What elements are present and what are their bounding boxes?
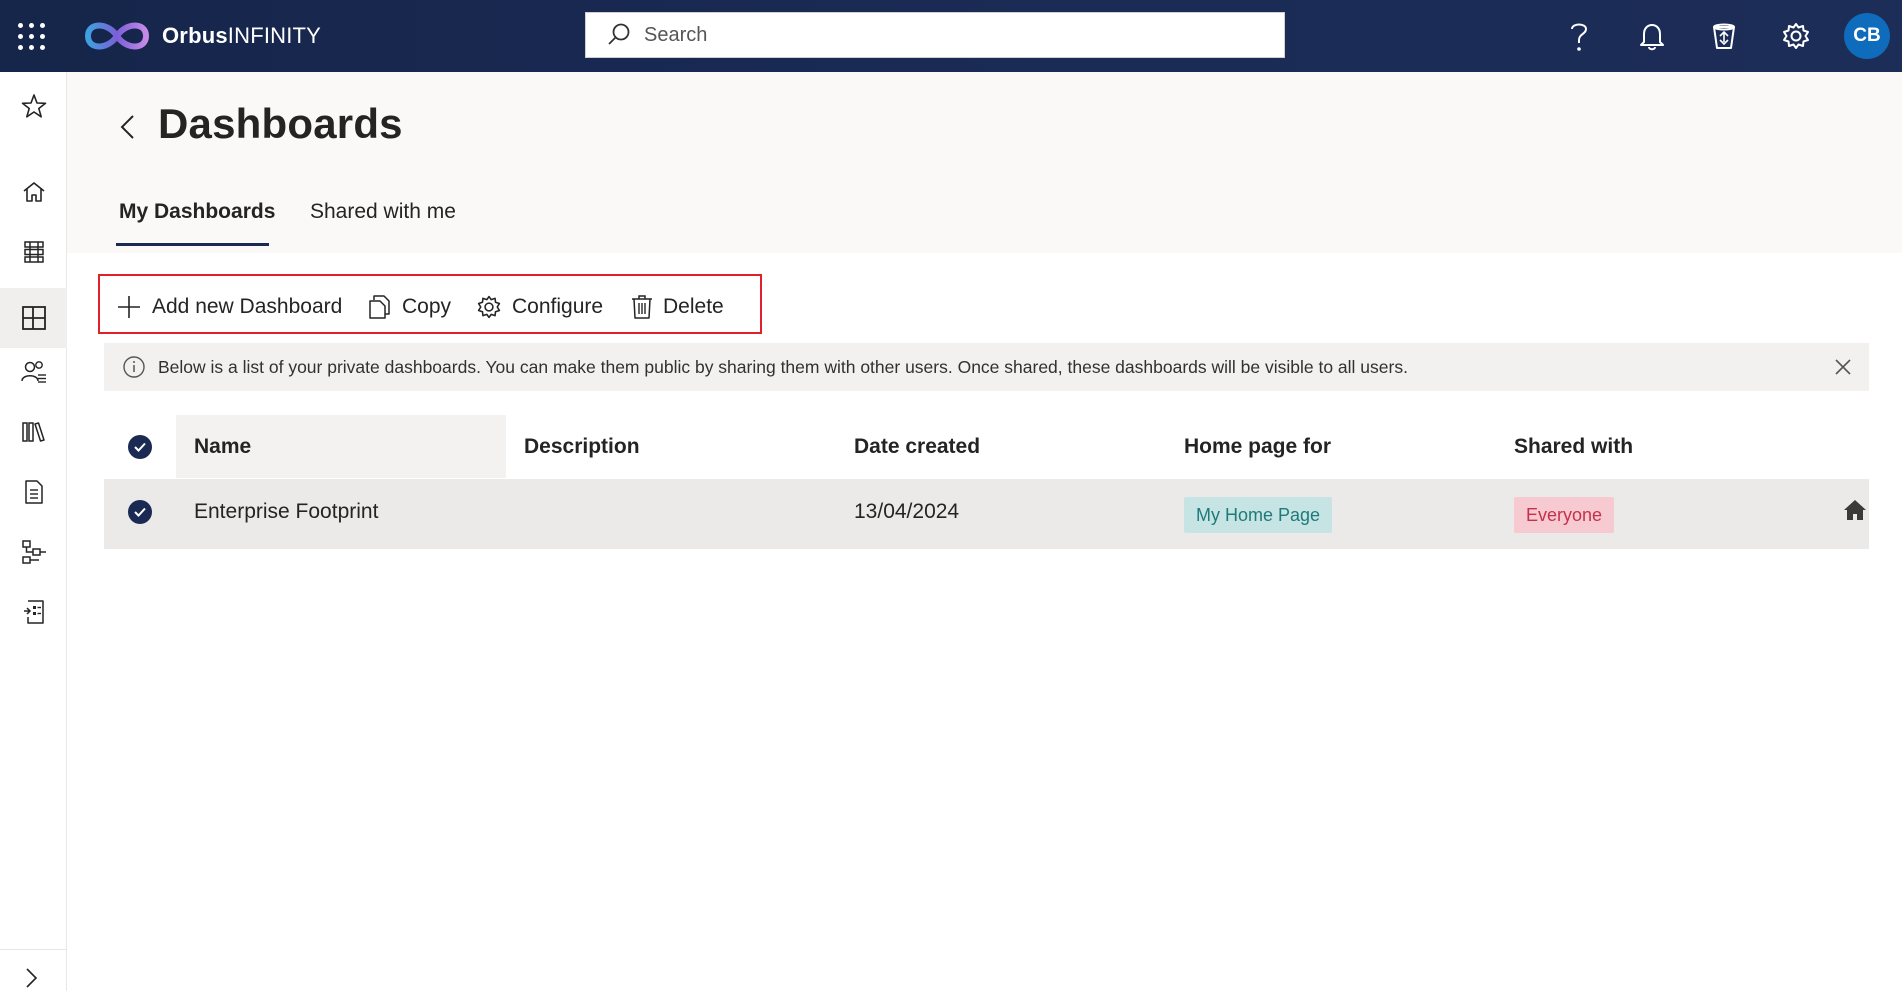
tab-my-dashboards[interactable]: My Dashboards	[119, 200, 275, 224]
settings-gear-icon[interactable]	[1778, 18, 1814, 54]
home-icon[interactable]	[0, 168, 67, 216]
search-input[interactable]	[642, 22, 1246, 48]
column-header-home-page-for[interactable]: Home page for	[1184, 435, 1331, 459]
home-page-tag: My Home Page	[1184, 497, 1333, 533]
configure-label: Configure	[512, 295, 604, 318]
row-checkbox[interactable]	[128, 500, 152, 524]
report-icon[interactable]	[0, 588, 67, 636]
close-icon[interactable]	[1833, 357, 1853, 377]
favorites-star-icon[interactable]	[0, 82, 67, 130]
info-icon	[123, 356, 145, 378]
hierarchy-icon[interactable]	[0, 528, 67, 576]
page-title: Dashboards	[158, 100, 403, 147]
column-header-description[interactable]: Description	[524, 435, 640, 459]
orbus-logo[interactable]: OrbusINFINITY	[80, 16, 321, 56]
add-dashboard-button[interactable]: Add new Dashboard	[116, 292, 342, 322]
left-nav-rail	[0, 72, 67, 991]
document-icon[interactable]	[0, 468, 67, 516]
add-dashboard-label: Add new Dashboard	[152, 295, 343, 318]
info-message-bar: Below is a list of your private dashboar…	[104, 343, 1869, 391]
configure-button[interactable]: Configure	[476, 292, 603, 322]
tab-shared-with-me[interactable]: Shared with me	[310, 200, 456, 224]
selected-tab-indicator	[116, 243, 269, 246]
recycle-bin-icon[interactable]	[1706, 18, 1742, 54]
checkmark-icon	[134, 507, 146, 517]
notification-bell-icon[interactable]	[1634, 18, 1670, 54]
select-all-checkbox[interactable]	[128, 435, 152, 459]
search-icon	[608, 23, 630, 45]
expand-chevron-icon[interactable]	[20, 967, 42, 994]
dashboards-icon[interactable]	[0, 288, 67, 348]
copy-button[interactable]: Copy	[368, 292, 451, 322]
plus-icon	[118, 296, 140, 318]
delete-label: Delete	[663, 295, 724, 318]
search-box[interactable]	[585, 12, 1285, 58]
library-icon[interactable]	[0, 408, 67, 456]
app-launcher-icon[interactable]	[18, 23, 45, 50]
copy-icon	[369, 295, 390, 319]
people-icon[interactable]	[0, 348, 67, 396]
user-avatar[interactable]: CB	[1844, 13, 1890, 59]
back-chevron-icon[interactable]	[115, 113, 141, 143]
gear-icon	[477, 295, 501, 319]
shared-with-tag: Everyone	[1514, 497, 1615, 533]
column-header-shared-with[interactable]: Shared with	[1514, 435, 1633, 459]
delete-button[interactable]: Delete	[631, 292, 724, 322]
checkmark-icon	[134, 442, 146, 452]
brand-name: OrbusINFINITY	[162, 23, 322, 48]
home-icon[interactable]	[1843, 499, 1867, 526]
copy-label: Copy	[402, 295, 452, 318]
column-header-name[interactable]: Name	[194, 435, 251, 459]
top-bar: OrbusINFINITY CB	[0, 0, 1902, 72]
dashboard-name-link[interactable]: Enterprise Footprint	[194, 500, 378, 524]
info-message-text: Below is a list of your private dashboar…	[158, 356, 1408, 377]
trash-icon	[632, 295, 652, 319]
repository-icon[interactable]	[0, 228, 67, 276]
logo-infinity-icon	[84, 22, 150, 50]
help-icon[interactable]	[1561, 18, 1597, 54]
dashboard-date-created: 13/04/2024	[854, 500, 960, 523]
rail-divider	[0, 949, 67, 950]
column-header-date-created[interactable]: Date created	[854, 435, 980, 459]
